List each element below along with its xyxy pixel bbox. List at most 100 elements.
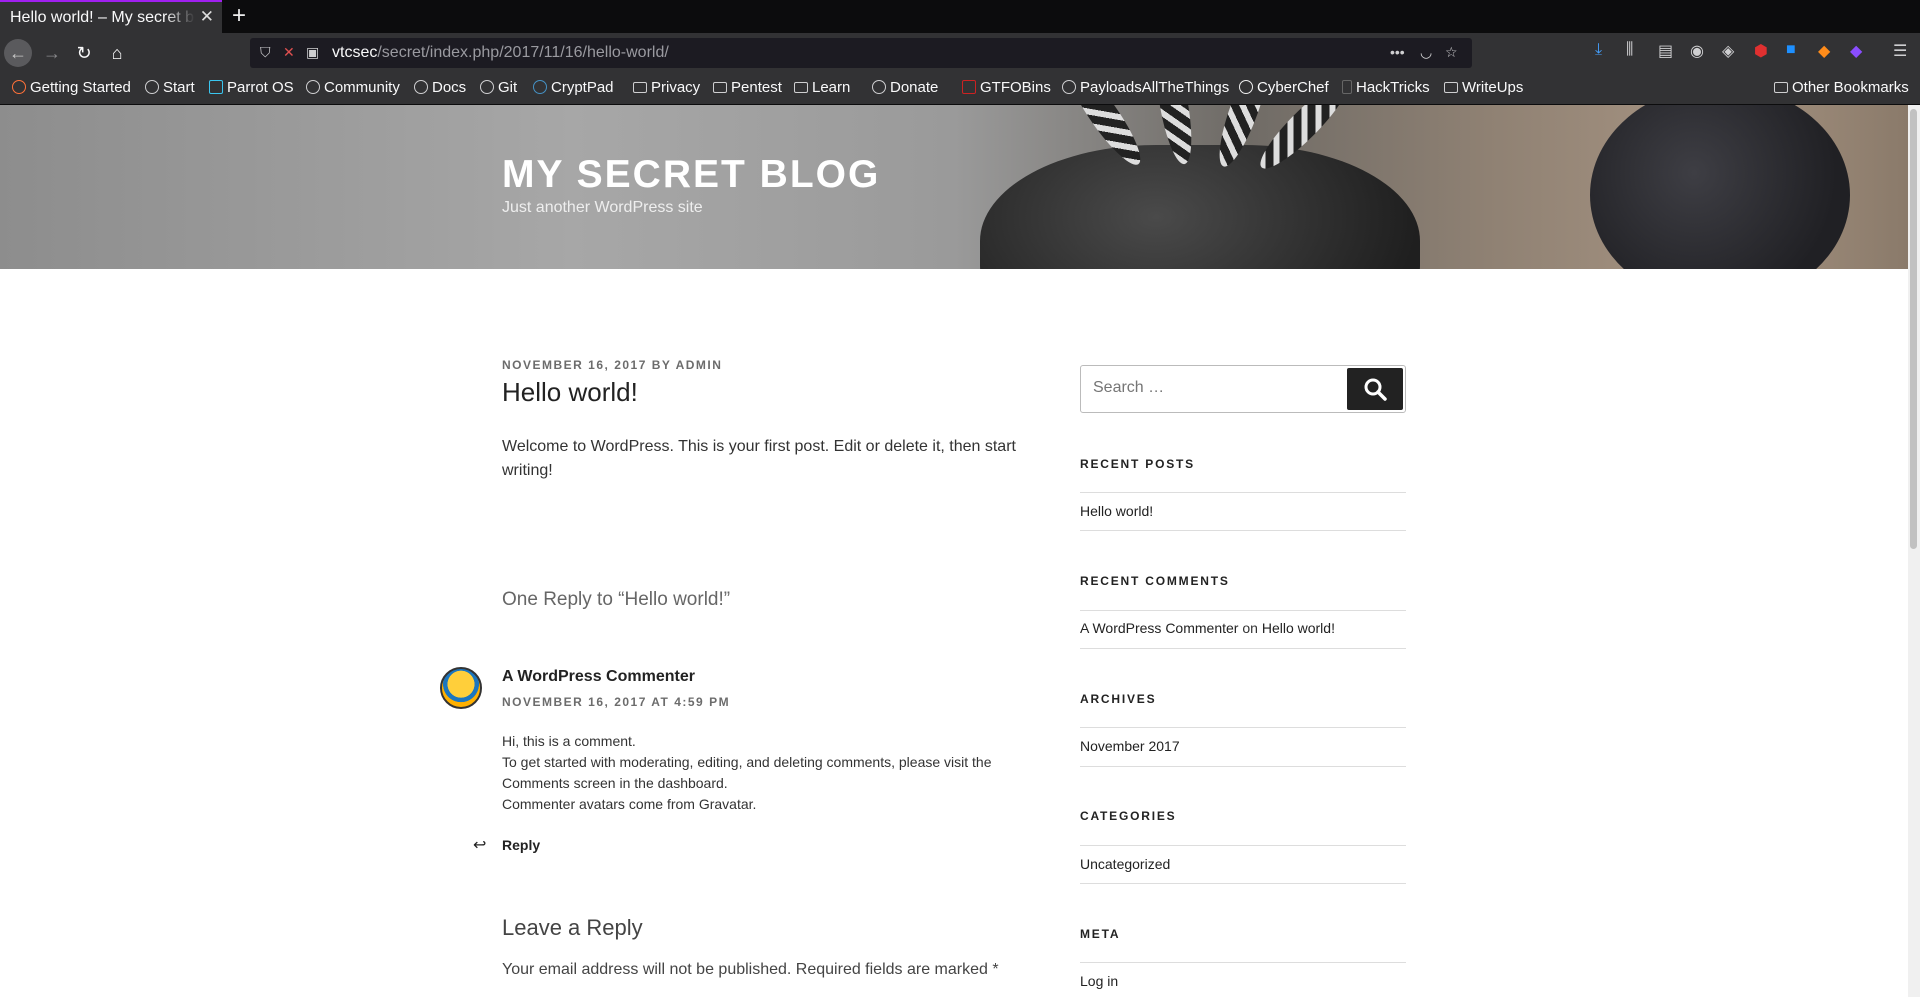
category-link[interactable]: Uncategorized — [1080, 856, 1170, 872]
recent-comment-on: on — [1242, 620, 1258, 636]
downloads-icon[interactable]: ⤓ — [1595, 41, 1602, 59]
leave-reply-heading: Leave a Reply — [502, 915, 643, 940]
bookmark-folder-privacy[interactable]: Privacy — [633, 79, 700, 96]
recent-comment-author-link[interactable]: A WordPress Commenter — [1080, 620, 1238, 636]
recent-post-link[interactable]: Hello world! — [1080, 503, 1153, 519]
folder-icon — [794, 82, 808, 93]
bookmark-folder-pentest[interactable]: Pentest — [713, 79, 782, 96]
leave-reply-note: Your email address will not be published… — [502, 961, 999, 978]
divider — [1080, 727, 1406, 728]
url-bar[interactable]: ⛉ ✕ ▣ vtcsec/secret/index.php/2017/11/16… — [250, 38, 1472, 68]
home-button[interactable]: ⌂ — [103, 39, 131, 67]
globe-icon — [414, 80, 428, 94]
divider — [1080, 492, 1406, 493]
github-icon — [1062, 80, 1076, 94]
shield-icon[interactable]: ⛉ — [260, 44, 271, 61]
globe-icon — [872, 80, 886, 94]
folder-icon — [633, 82, 647, 93]
comment-author-link[interactable]: A WordPress Commenter — [502, 668, 695, 686]
bookmark-getting-started[interactable]: Getting Started — [12, 79, 131, 96]
post-date-link[interactable]: NOVEMBER 16, 2017 — [502, 358, 647, 372]
sidebar-icon[interactable]: ▤ — [1658, 41, 1673, 61]
reload-button[interactable]: ↻ — [70, 39, 98, 67]
firefox-icon — [12, 80, 26, 94]
globe-icon — [306, 80, 320, 94]
comment-line: Hi, this is a comment. — [502, 733, 636, 749]
divider — [1080, 648, 1406, 649]
site-header: MY SECRET BLOG Just another WordPress si… — [0, 105, 1908, 269]
bookmark-community[interactable]: Community — [306, 79, 400, 96]
tab-bar: Hello world! – My secret blog ✕ + — [0, 0, 1920, 33]
ublock-icon[interactable]: ⬢ — [1754, 41, 1768, 61]
recent-comments-title: RECENT COMMENTS — [1080, 574, 1230, 588]
page-actions-icon[interactable]: ••• — [1390, 44, 1405, 60]
divider — [1080, 845, 1406, 846]
bookmark-start[interactable]: Start — [145, 79, 195, 96]
bookmark-star-icon[interactable]: ☆ — [1445, 44, 1458, 61]
bookmark-folder-writeups[interactable]: WriteUps — [1444, 79, 1523, 96]
site-title[interactable]: MY SECRET BLOG — [502, 153, 880, 197]
folder-icon — [713, 82, 727, 93]
divider — [1080, 610, 1406, 611]
login-link[interactable]: Log in — [1080, 973, 1118, 989]
bookmark-parrot-os[interactable]: Parrot OS — [209, 79, 294, 96]
folder-icon — [1444, 82, 1458, 93]
bookmark-git[interactable]: Git — [480, 79, 517, 96]
page-scrollbar[interactable] — [1908, 105, 1920, 997]
search-button[interactable] — [1347, 368, 1403, 410]
divider — [1080, 962, 1406, 963]
tab-title: Hello world! – My secret blog — [10, 9, 195, 27]
reply-link[interactable]: Reply — [502, 837, 540, 853]
post-by-label: BY — [651, 358, 672, 372]
scrollbar-thumb[interactable] — [1910, 109, 1917, 549]
post-author-link[interactable]: ADMIN — [676, 358, 723, 372]
hacktricks-icon — [1342, 80, 1352, 94]
post-meta: NOVEMBER 16, 2017 BY ADMIN — [502, 358, 722, 372]
pocket-icon[interactable]: ◡ — [1420, 44, 1432, 61]
bookmark-hacktricks[interactable]: HackTricks — [1342, 79, 1430, 96]
comment-date-link[interactable]: NOVEMBER 16, 2017 AT 4:59 PM — [502, 695, 730, 709]
bookmark-folder-learn[interactable]: Learn — [794, 79, 850, 96]
bookmark-donate[interactable]: Donate — [872, 79, 938, 96]
commenter-avatar — [440, 667, 482, 709]
bookmark-cryptpad[interactable]: CryptPad — [533, 79, 614, 96]
other-bookmarks-folder[interactable]: Other Bookmarks — [1774, 79, 1909, 96]
bookmark-payloadsallthethings[interactable]: PayloadsAllTheThings — [1062, 79, 1229, 96]
cryptpad-icon — [533, 80, 547, 94]
purple-extension-icon[interactable]: ◆ — [1850, 41, 1862, 61]
archive-link[interactable]: November 2017 — [1080, 738, 1180, 754]
post-title: Hello world! — [502, 377, 638, 407]
foxyproxy-icon[interactable]: ◆ — [1818, 41, 1830, 61]
menu-icon[interactable]: ☰ — [1893, 41, 1907, 61]
header-plant-pot — [980, 145, 1420, 269]
extension-icon[interactable]: ◈ — [1722, 41, 1734, 61]
close-tab-icon[interactable]: ✕ — [200, 7, 214, 27]
globe-icon — [480, 80, 494, 94]
comment-content: Hi, this is a comment. To get started wi… — [502, 731, 1042, 815]
search-input[interactable] — [1093, 379, 1343, 397]
bookmark-docs[interactable]: Docs — [414, 79, 466, 96]
insecure-lock-icon[interactable]: ✕ — [283, 44, 295, 61]
image-permission-icon[interactable]: ▣ — [306, 44, 319, 61]
page-content: MY SECRET BLOG Just another WordPress si… — [0, 105, 1908, 997]
categories-title: CATEGORIES — [1080, 809, 1177, 823]
parrot-icon — [209, 80, 223, 94]
forward-button[interactable]: → — [38, 39, 66, 67]
gtfobins-icon — [962, 80, 976, 94]
header-background-sphere — [1590, 105, 1850, 269]
account-icon[interactable]: ◉ — [1690, 41, 1704, 61]
s-extension-icon[interactable]: ■ — [1786, 41, 1796, 59]
new-tab-button[interactable]: + — [232, 2, 246, 30]
divider — [1080, 530, 1406, 531]
library-icon[interactable]: ⫼ — [1626, 41, 1633, 59]
recent-comment-post-link[interactable]: Hello world! — [1262, 620, 1335, 636]
bookmark-cyberchef[interactable]: CyberChef — [1239, 79, 1329, 96]
browser-tab[interactable]: Hello world! – My secret blog ✕ — [0, 0, 222, 33]
url-text[interactable]: vtcsec/secret/index.php/2017/11/16/hello… — [332, 44, 669, 62]
recent-posts-title: RECENT POSTS — [1080, 457, 1195, 471]
bookmark-gtfobins[interactable]: GTFOBins — [962, 79, 1051, 96]
comment-line: To get started with moderating, editing,… — [502, 754, 992, 791]
back-button[interactable]: ← — [4, 39, 32, 67]
globe-icon — [145, 80, 159, 94]
bookmarks-toolbar: Getting Started Start Parrot OS Communit… — [0, 73, 1920, 105]
